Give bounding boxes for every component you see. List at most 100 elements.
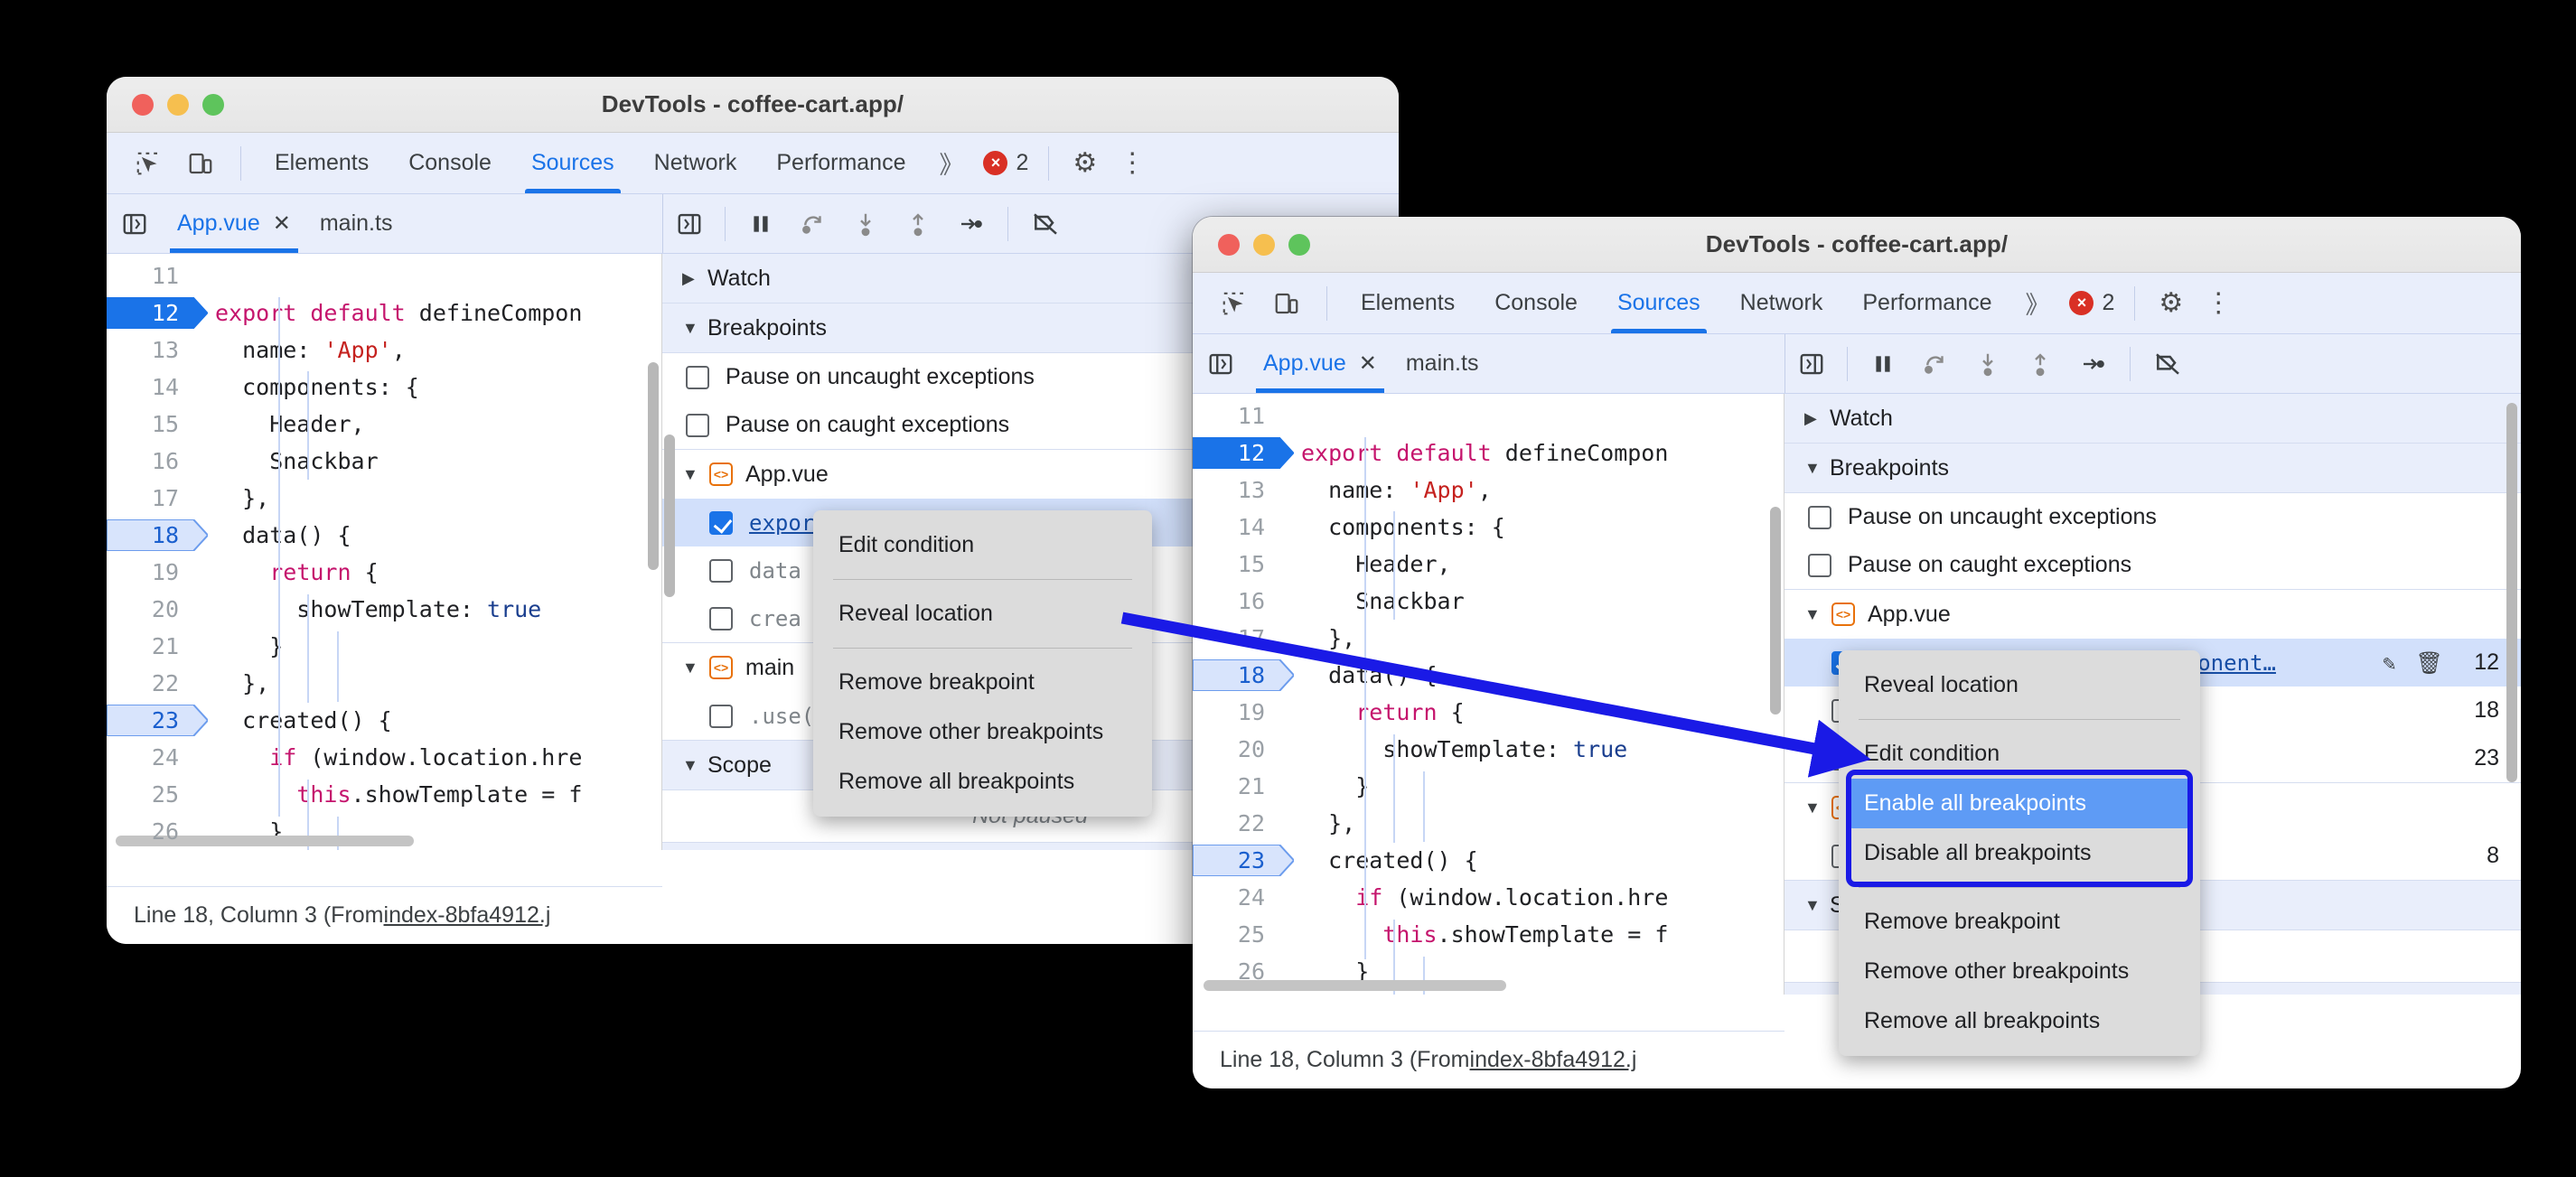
sidebar-scrollbar[interactable] [2506,403,2517,782]
line-gutter[interactable]: 15 [107,406,193,443]
window-one-code-editor[interactable]: 11 12 export default defineCompon 13 name: … [107,254,662,850]
status-source-link[interactable]: index-8bfa4912.j [384,902,551,929]
tab-elements[interactable]: Elements [256,134,388,193]
file-tab-main-ts[interactable]: main.ts [1391,334,1494,393]
tab-console[interactable]: Console [1475,274,1597,333]
code-line[interactable]: 16 Snackbar [1193,583,1784,620]
line-gutter[interactable]: 13 [1193,472,1279,509]
show-navigator-icon[interactable] [107,210,163,238]
pause-uncaught-checkbox[interactable] [1808,505,1831,529]
code-line[interactable]: 21 } [107,628,661,665]
line-gutter[interactable]: 19 [107,554,193,591]
line-gutter[interactable]: 26 [1193,953,1279,990]
code-line[interactable]: 19 return { [107,554,661,591]
editor-vertical-scrollbar[interactable] [1770,507,1781,715]
line-gutter[interactable]: 22 [1193,805,1279,842]
status-source-link[interactable]: index-8bfa4912.j [1470,1047,1637,1073]
show-navigator-icon[interactable] [1193,350,1249,378]
window-one-panel-tabbar[interactable]: Elements Console Sources Network Perform… [107,133,1399,194]
line-gutter[interactable]: 25 [107,776,193,813]
code-line[interactable]: 24 if (window.location.hre [107,739,661,776]
line-gutter[interactable]: 14 [1193,509,1279,546]
pause-resume-icon[interactable] [1857,341,1909,388]
editor-vertical-scrollbar[interactable] [648,362,659,570]
line-gutter[interactable]: 20 [107,591,193,628]
code-line[interactable]: 25 this.showTemplate = f [1193,916,1784,953]
show-debugger-sidebar-icon[interactable] [1785,341,1838,388]
trash-icon[interactable]: 🗑 [2416,650,2443,676]
line-gutter[interactable]: 16 [107,443,193,480]
tab-elements[interactable]: Elements [1342,274,1474,333]
close-icon[interactable]: ✕ [1359,350,1377,377]
window-two-traffic-lights[interactable] [1193,233,1310,256]
tab-performance[interactable]: Performance [757,134,924,193]
sidebar-scrollbar[interactable] [664,434,675,597]
step-icon[interactable] [944,201,997,248]
code-line[interactable]: 25 this.showTemplate = f [107,776,661,813]
breakpoint-checkbox[interactable] [709,558,733,583]
kebab-menu-icon[interactable]: ⋮ [1108,147,1157,179]
window-two-titlebar[interactable]: DevTools - coffee-cart.app/ [1193,217,2521,273]
line-gutter[interactable]: 24 [1193,879,1279,916]
code-line[interactable]: 23 created() { [107,702,661,739]
context-menu-item[interactable]: Remove all breakpoints [813,757,1152,807]
step-icon[interactable] [2066,341,2119,388]
line-gutter[interactable]: 22 [107,665,193,702]
file-tab-app-vue[interactable]: App.vue ✕ [163,194,305,253]
tab-console[interactable]: Console [389,134,511,193]
line-gutter[interactable]: 24 [107,739,193,776]
code-line[interactable]: 22 }, [1193,805,1784,842]
step-over-icon[interactable] [1909,341,1962,388]
line-gutter[interactable]: 27 [1193,990,1279,995]
device-toolbar-icon[interactable] [1261,280,1312,327]
code-line[interactable]: 13 name: 'App', [1193,472,1784,509]
step-over-icon[interactable] [787,201,839,248]
context-menu-item[interactable]: Remove all breakpoints [1839,996,2200,1046]
code-line[interactable]: 17 }, [1193,620,1784,657]
context-menu-item[interactable]: Disable all breakpoints [1839,828,2200,878]
breakpoint-checkbox[interactable] [709,510,733,535]
device-toolbar-icon[interactable] [175,140,226,187]
watch-section-header[interactable]: ▶ Watch [1784,394,2521,444]
show-debugger-sidebar-icon[interactable] [663,201,716,248]
edit-pencil-icon[interactable]: ✎ [2383,650,2395,676]
context-menu-item[interactable]: Reveal location [1839,660,2200,710]
window-two-context-menu[interactable]: Reveal location Edit condition Enable all … [1839,650,2200,1056]
line-gutter[interactable]: 15 [1193,546,1279,583]
code-line[interactable]: 18 data() { [1193,657,1784,694]
line-gutter[interactable]: 19 [1193,694,1279,731]
pause-on-caught-exceptions-row[interactable]: Pause on caught exceptions [1784,541,2521,589]
file-tab-main-ts[interactable]: main.ts [305,194,407,253]
context-menu-item[interactable]: Remove breakpoint [813,658,1152,707]
close-dot[interactable] [1218,233,1240,256]
code-line[interactable]: 19 return { [1193,694,1784,731]
maximize-dot[interactable] [202,93,224,116]
deactivate-breakpoints-icon[interactable] [2141,341,2194,388]
tab-network[interactable]: Network [635,134,756,193]
more-tabs-chevron-icon[interactable]: 》 [2012,285,2062,321]
code-line[interactable]: 15 Header, [107,406,661,443]
kebab-menu-icon[interactable]: ⋮ [2194,287,2243,319]
code-line[interactable]: 11 [107,257,661,294]
code-line[interactable]: 14 components: { [1193,509,1784,546]
line-gutter[interactable]: 25 [1193,916,1279,953]
tab-sources[interactable]: Sources [1598,274,1719,333]
gear-icon[interactable]: ⚙ [2150,287,2192,319]
context-menu-item[interactable]: Remove other breakpoints [1839,947,2200,996]
inspect-element-icon[interactable] [123,140,173,187]
line-gutter[interactable]: 18 [107,517,208,554]
context-menu-item[interactable]: Reveal location [813,589,1152,639]
line-gutter[interactable]: 17 [107,480,193,517]
line-gutter[interactable]: 26 [107,813,193,850]
window-one-titlebar[interactable]: DevTools - coffee-cart.app/ [107,77,1399,133]
gear-icon[interactable]: ⚙ [1063,147,1106,179]
error-badge[interactable]: × 2 [978,150,1034,176]
minimize-dot[interactable] [1253,233,1275,256]
line-gutter[interactable]: 21 [1193,768,1279,805]
window-two-sources-toolbar[interactable]: App.vue ✕ main.ts [1193,334,2521,394]
window-two-code-editor[interactable]: 11 12 export default defineCompon 13 name: … [1193,394,1784,995]
file-tab-app-vue[interactable]: App.vue ✕ [1249,334,1391,393]
line-gutter[interactable]: 11 [1193,397,1279,434]
code-line[interactable]: 11 [1193,397,1784,434]
code-line[interactable]: 17 }, [107,480,661,517]
